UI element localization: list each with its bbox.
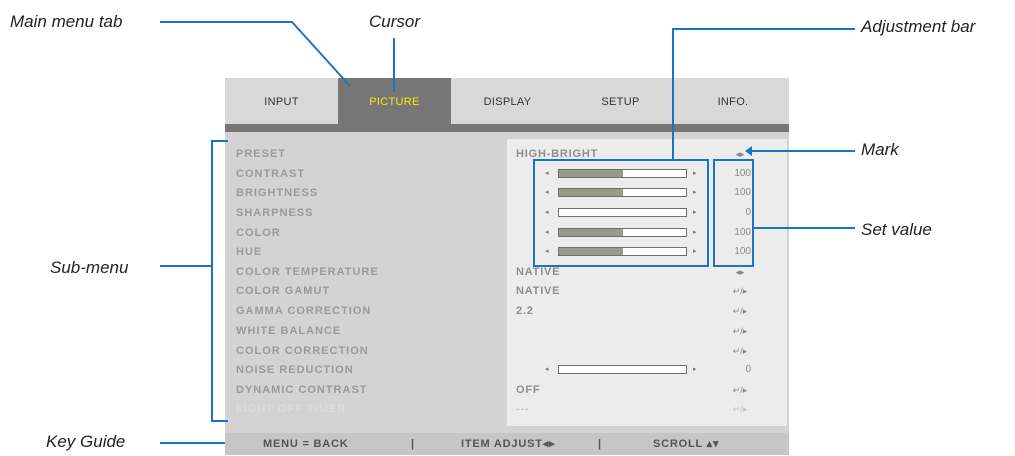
sub-menu-bracket (211, 140, 228, 422)
callout-line-main-menu-tab (160, 21, 351, 87)
callout-line-adjustment-bar (672, 28, 855, 160)
callout-lines (160, 21, 855, 444)
set-value-box (713, 159, 754, 267)
mark-arrowhead-icon (745, 146, 752, 156)
adjustment-bar-box (533, 159, 709, 267)
